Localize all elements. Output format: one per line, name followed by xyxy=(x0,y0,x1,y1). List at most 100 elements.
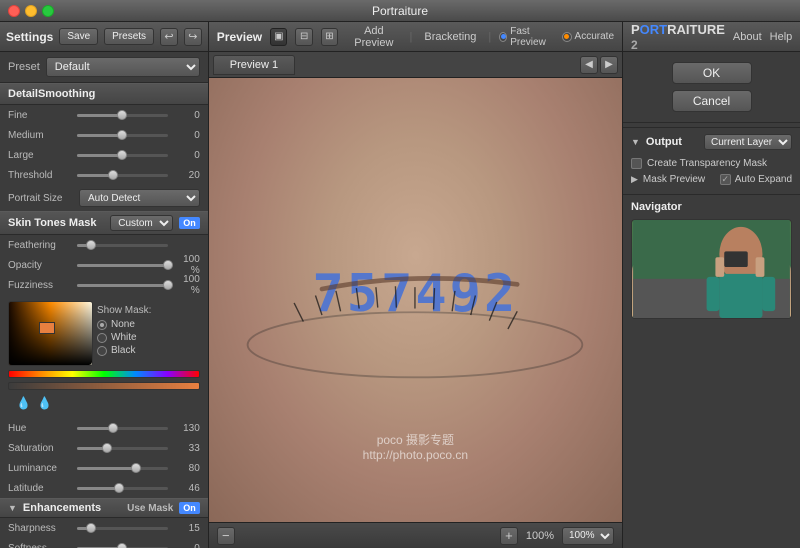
feathering-track[interactable] xyxy=(77,244,168,247)
preview-tabs: Preview 1 ◀ ▶ xyxy=(209,52,622,78)
color-selector[interactable] xyxy=(39,322,55,334)
opacity-track[interactable] xyxy=(77,264,168,267)
eyedropper-icon[interactable]: 💧 xyxy=(16,396,31,410)
redo-button[interactable]: ↪ xyxy=(184,28,202,46)
medium-value: 0 xyxy=(172,130,200,141)
fast-preview-radio-circle[interactable] xyxy=(499,32,507,42)
white-radio[interactable]: White xyxy=(97,332,200,343)
latitude-slider-row: Latitude 46 xyxy=(0,478,208,498)
threshold-track[interactable] xyxy=(77,174,168,177)
navigator-preview[interactable] xyxy=(631,219,792,319)
watermark: poco 摄影专题 http://photo.poco.cn xyxy=(363,431,468,462)
feathering-label: Feathering xyxy=(8,240,73,251)
large-label: Large xyxy=(8,150,73,161)
preview-nav: ◀ ▶ xyxy=(580,56,618,74)
black-radio-btn[interactable] xyxy=(97,346,107,356)
large-track[interactable] xyxy=(77,154,168,157)
fast-preview-label: Fast Preview xyxy=(510,26,553,48)
saturation-track[interactable] xyxy=(77,447,168,450)
fine-label: Fine xyxy=(8,110,73,121)
help-button[interactable]: Help xyxy=(770,31,793,43)
cancel-button[interactable]: Cancel xyxy=(672,90,752,112)
white-radio-btn[interactable] xyxy=(97,333,107,343)
left-panel: Settings Save Presets ↩ ↪ Preset Default… xyxy=(0,22,209,548)
luminance-label: Luminance xyxy=(8,463,73,474)
none-radio[interactable]: None xyxy=(97,319,200,330)
bracketing-button[interactable]: Bracketing xyxy=(420,31,480,43)
zoom-select[interactable]: 100% 50% 200% xyxy=(562,527,614,545)
portrait-size-select[interactable]: Auto Detect xyxy=(79,189,200,207)
enhancements-on-badge: On xyxy=(179,502,200,514)
preview-image-area[interactable]: 757492 poco 摄影专题 http://photo.poco.cn xyxy=(209,78,622,522)
eyedropper2-icon[interactable]: 💧 xyxy=(37,396,52,410)
fine-track[interactable] xyxy=(77,114,168,117)
alpha-bar[interactable] xyxy=(8,382,200,390)
accurate-radio[interactable]: Accurate xyxy=(562,31,614,42)
latitude-track[interactable] xyxy=(77,487,168,490)
zoom-plus-button[interactable]: + xyxy=(500,527,518,545)
hue-slider-row: Hue 130 xyxy=(0,418,208,438)
minimize-button[interactable] xyxy=(25,5,37,17)
transparency-mask-label: Create Transparency Mask xyxy=(647,158,767,169)
separator: | xyxy=(410,31,413,43)
transparency-mask-checkbox[interactable] xyxy=(631,158,642,169)
undo-button[interactable]: ↩ xyxy=(160,28,178,46)
color-gradient[interactable] xyxy=(8,301,93,366)
enhancements-header: ▼ Enhancements Use Mask On xyxy=(0,498,208,518)
saturation-value: 33 xyxy=(172,443,200,454)
split-v-view-button[interactable]: ⊞ xyxy=(321,28,338,46)
transparency-mask-row: Create Transparency Mask xyxy=(631,156,792,171)
preview-image: 757492 poco 摄影专题 http://photo.poco.cn xyxy=(209,78,622,522)
fuzziness-value: 100 % xyxy=(172,274,200,296)
traffic-lights xyxy=(8,5,54,17)
fast-preview-radio[interactable]: Fast Preview xyxy=(499,26,553,48)
hue-track[interactable] xyxy=(77,427,168,430)
preview-tab-1[interactable]: Preview 1 xyxy=(213,55,295,75)
portrait-size-row: Portrait Size Auto Detect xyxy=(0,185,208,211)
fullscreen-button[interactable] xyxy=(42,5,54,17)
output-select[interactable]: Current Layer New Layer xyxy=(704,134,792,150)
presets-button[interactable]: Presets xyxy=(104,28,154,45)
mask-preview-row: ▶ Mask Preview ✓ Auto Expand xyxy=(631,171,792,188)
mask-preview-triangle[interactable]: ▶ xyxy=(631,174,638,185)
large-value: 0 xyxy=(172,150,200,161)
auto-expand-checkbox[interactable]: ✓ xyxy=(720,174,731,185)
opacity-label: Opacity xyxy=(8,260,73,271)
accurate-radio-circle[interactable] xyxy=(562,32,572,42)
medium-track[interactable] xyxy=(77,134,168,137)
sharpness-track[interactable] xyxy=(77,527,168,530)
threshold-value: 20 xyxy=(172,170,200,181)
ok-button[interactable]: OK xyxy=(672,62,752,84)
mask-radio-group: None White Black xyxy=(97,319,200,356)
split-h-view-button[interactable]: ⊟ xyxy=(295,28,312,46)
main-layout: Settings Save Presets ↩ ↪ Preset Default… xyxy=(0,22,800,548)
left-scroll[interactable]: DetailSmoothing Fine 0 Medium 0 xyxy=(0,83,208,548)
portrait-size-label: Portrait Size xyxy=(8,193,73,204)
skin-tones-mode-select[interactable]: Custom xyxy=(110,215,173,231)
close-button[interactable] xyxy=(8,5,20,17)
right-separator xyxy=(623,122,800,123)
about-button[interactable]: About xyxy=(733,31,762,43)
hue-spectrum-bar[interactable] xyxy=(8,370,200,378)
single-view-button[interactable]: ▣ xyxy=(270,28,287,46)
fuzziness-track[interactable] xyxy=(77,284,168,287)
prev-arrow[interactable]: ◀ xyxy=(580,56,598,74)
zoom-minus-button[interactable]: − xyxy=(217,527,235,545)
black-radio[interactable]: Black xyxy=(97,345,200,356)
opacity-slider-row: Opacity 100 % xyxy=(0,255,208,275)
auto-expand-label: Auto Expand xyxy=(735,174,792,185)
save-button[interactable]: Save xyxy=(59,28,98,45)
luminance-track[interactable] xyxy=(77,467,168,470)
preset-select[interactable]: Default xyxy=(46,57,200,77)
preview-toolbar: Preview ▣ ⊟ ⊞ Add Preview | Bracketing |… xyxy=(209,22,622,52)
eye-svg xyxy=(229,256,601,434)
saturation-label: Saturation xyxy=(8,443,73,454)
preset-label: Preset xyxy=(8,61,40,73)
fuzziness-slider-row: Fuzziness 100 % xyxy=(0,275,208,295)
next-arrow[interactable]: ▶ xyxy=(600,56,618,74)
separator2: | xyxy=(488,31,491,43)
output-label: Output xyxy=(646,136,682,148)
add-preview-button[interactable]: Add Preview xyxy=(346,25,401,49)
softness-label: Softness xyxy=(8,543,73,548)
none-radio-btn[interactable] xyxy=(97,320,107,330)
